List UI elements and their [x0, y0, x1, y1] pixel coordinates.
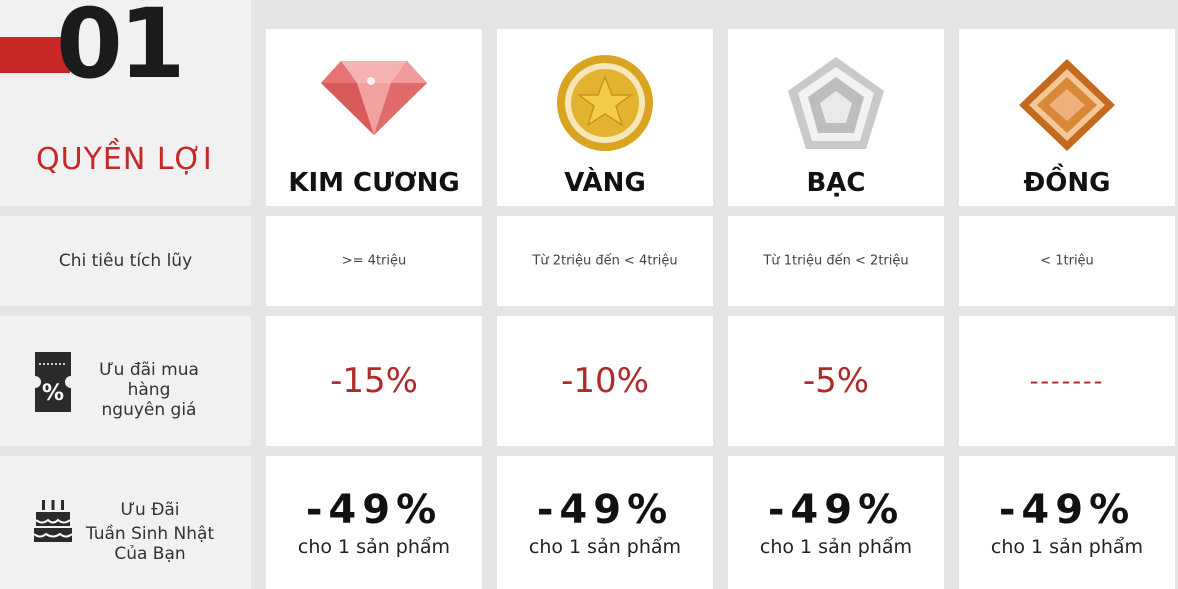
- bronze-diamond-icon: [1017, 57, 1117, 157]
- birthday-label-line3: Của Bạn: [114, 544, 186, 564]
- birthday-cell: -49% cho 1 sản phẩm: [728, 456, 944, 589]
- discount-ticket-icon: %: [33, 350, 73, 418]
- spending-value: Từ 2triệu đến < 4triệu: [532, 253, 678, 269]
- birthday-label-line2: Tuần Sinh Nhật: [85, 524, 215, 544]
- spending-cell: >= 4triệu: [266, 216, 482, 306]
- birthday-cell: -49% cho 1 sản phẩm: [959, 456, 1175, 589]
- tier-name: ĐỒNG: [1023, 168, 1111, 198]
- birthday-sub: cho 1 sản phẩm: [759, 536, 913, 558]
- birthday-percent: -49%: [998, 487, 1136, 533]
- birthday-label-cell: Ưu Đãi Tuần Sinh Nhật Của Bạn: [0, 456, 251, 589]
- discount-label-line1: Ưu đãi mua hàng: [99, 360, 199, 400]
- silver-pentagon-icon: [786, 55, 886, 155]
- tier-header-gold: VÀNG: [497, 29, 713, 206]
- birthday-cake-icon: [32, 498, 74, 548]
- svg-text:%: %: [42, 381, 64, 406]
- tier-header-silver: BẠC: [728, 29, 944, 206]
- tier-header-bronze: ĐỒNG: [959, 29, 1175, 206]
- tier-header-diamond: KIM CƯƠNG: [266, 29, 482, 206]
- birthday-sub: cho 1 sản phẩm: [297, 536, 451, 558]
- birthday-percent: -49%: [305, 487, 443, 533]
- birthday-sub: cho 1 sản phẩm: [528, 536, 682, 558]
- discount-value: -------: [1029, 367, 1105, 395]
- discount-cell: -------: [959, 316, 1175, 446]
- birthday-cell: -49% cho 1 sản phẩm: [497, 456, 713, 589]
- discount-cell: -10%: [497, 316, 713, 446]
- discount-label: Ưu đãi mua hàng nguyên giá: [78, 360, 220, 420]
- discount-cell: -5%: [728, 316, 944, 446]
- tier-name: VÀNG: [564, 168, 646, 198]
- birthday-label: Ưu Đãi Tuần Sinh Nhật Của Bạn: [78, 500, 222, 564]
- spending-label: Chi tiêu tích lũy: [58, 251, 193, 271]
- header-left-cell: 01 QUYỀN LỢI: [0, 0, 251, 206]
- discount-value: -5%: [802, 361, 870, 401]
- discount-value: -15%: [330, 361, 418, 401]
- membership-benefits-table: 01 QUYỀN LỢI KIM CƯƠNG VÀNG BẠC ĐỒNG Chi…: [0, 0, 1178, 589]
- birthday-cell: -49% cho 1 sản phẩm: [266, 456, 482, 589]
- spending-value: Từ 1triệu đến < 2triệu: [763, 253, 909, 269]
- tier-name: BẠC: [806, 168, 866, 198]
- birthday-percent: -49%: [536, 487, 674, 533]
- spending-cell: Từ 2triệu đến < 4triệu: [497, 216, 713, 306]
- spending-cell: Từ 1triệu đến < 2triệu: [728, 216, 944, 306]
- spending-label-cell: Chi tiêu tích lũy: [0, 216, 251, 306]
- tier-name: KIM CƯƠNG: [288, 168, 460, 198]
- spending-cell: < 1triệu: [959, 216, 1175, 306]
- section-title: QUYỀN LỢI: [36, 142, 213, 177]
- birthday-percent: -49%: [767, 487, 905, 533]
- gold-star-medal-icon: [555, 53, 655, 157]
- spending-value: < 1triệu: [1040, 253, 1094, 269]
- diamond-icon: [319, 57, 429, 141]
- discount-label-cell: % Ưu đãi mua hàng nguyên giá: [0, 316, 251, 446]
- birthday-label-line1: Ưu Đãi: [120, 500, 180, 520]
- discount-label-line2: nguyên giá: [101, 400, 197, 420]
- birthday-sub: cho 1 sản phẩm: [990, 536, 1144, 558]
- discount-cell: -15%: [266, 316, 482, 446]
- discount-value: -10%: [561, 361, 649, 401]
- spending-value: >= 4triệu: [341, 253, 407, 269]
- section-number: 01: [56, 0, 186, 100]
